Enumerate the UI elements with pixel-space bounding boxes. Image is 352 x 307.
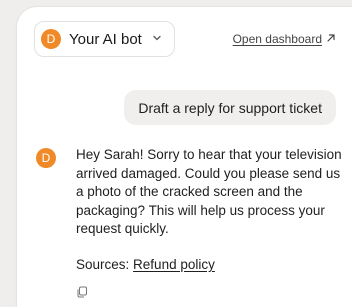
sources-line: Sources: Refund policy <box>76 257 215 272</box>
bot-message-avatar: D <box>36 148 56 168</box>
chevron-down-icon <box>152 33 162 46</box>
refund-policy-link[interactable]: Refund policy <box>133 257 215 272</box>
bot-reply-text: Hey Sarah! Sorry to hear that your telev… <box>76 147 342 237</box>
chat-panel: D Your AI bot Open dashboard Draft a rep… <box>17 7 352 307</box>
sources-label: Sources: <box>76 257 130 272</box>
user-message-bubble: Draft a reply for support ticket <box>124 90 336 125</box>
open-dashboard-link[interactable]: Open dashboard <box>233 32 336 46</box>
bot-avatar: D <box>41 29 61 49</box>
open-dashboard-label: Open dashboard <box>232 32 322 46</box>
bot-name: Your AI bot <box>69 30 142 48</box>
arrow-up-right-icon <box>326 32 336 46</box>
copy-icon[interactable] <box>76 285 88 298</box>
bot-selector-dropdown[interactable]: D Your AI bot <box>34 21 175 57</box>
